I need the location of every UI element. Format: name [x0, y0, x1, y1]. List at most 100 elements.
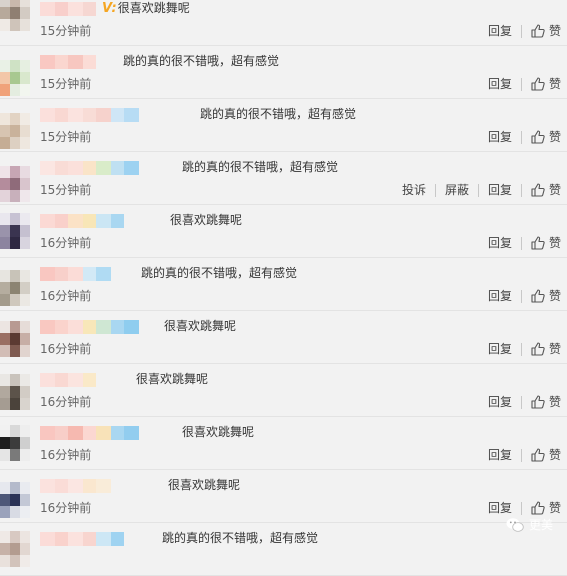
action-divider [520, 342, 522, 356]
action-divider [520, 236, 522, 250]
username-blurred[interactable] [40, 161, 139, 175]
comment-body: 跳的真的很不错哦，超有感觉 [123, 54, 280, 68]
like-label: 赞 [548, 24, 561, 38]
avatar[interactable] [0, 531, 30, 567]
like-button[interactable]: 赞 [531, 395, 561, 409]
username-blurred[interactable] [40, 532, 124, 546]
avatar[interactable] [0, 425, 30, 461]
thumbs-up-icon [531, 395, 545, 409]
reply-button[interactable]: 回复 [488, 236, 512, 250]
comment-text: 很喜欢跳舞呢 [136, 372, 208, 386]
reply-button[interactable]: 回复 [488, 130, 512, 144]
like-label: 赞 [548, 501, 561, 515]
action-divider [520, 77, 522, 91]
like-button[interactable]: 赞 [531, 236, 561, 250]
timestamp: 16分钟前 [40, 501, 92, 515]
comment-actions: 投诉 屏蔽 回复 赞 [402, 182, 561, 198]
timestamp: 15分钟前 [40, 77, 92, 91]
like-label: 赞 [548, 448, 561, 462]
reply-button[interactable]: 回复 [488, 289, 512, 303]
comment-row: V:很喜欢跳舞呢 15分钟前 回复 赞 [0, 0, 567, 46]
comment-text: 跳的真的很不错哦，超有感觉 [182, 160, 338, 174]
avatar[interactable] [0, 166, 30, 202]
avatar[interactable] [0, 321, 30, 357]
block-button[interactable]: 屏蔽 [445, 183, 469, 197]
reply-button[interactable]: 回复 [488, 183, 512, 197]
comment-text: 跳的真的很不错哦，超有感觉 [162, 531, 318, 545]
comment-row: 很喜欢跳舞呢 16分钟前 回复 赞 [0, 470, 567, 523]
timestamp: 16分钟前 [40, 395, 92, 409]
username-blurred[interactable] [40, 267, 111, 281]
comment-actions: 回复 赞 [488, 76, 561, 92]
comment-body: 很喜欢跳舞呢 [168, 478, 241, 492]
comment-actions: 回复 赞 [488, 394, 561, 410]
like-button[interactable]: 赞 [531, 183, 561, 197]
comment-actions: 回复 赞 [488, 23, 561, 39]
thumbs-up-icon [531, 24, 545, 38]
report-button[interactable]: 投诉 [402, 183, 426, 197]
timestamp: 15分钟前 [40, 183, 92, 197]
comment-actions: 回复 赞 [488, 341, 561, 357]
like-button[interactable]: 赞 [531, 342, 561, 356]
avatar[interactable] [0, 113, 30, 149]
username-blurred[interactable] [40, 320, 139, 334]
reply-button[interactable]: 回复 [488, 77, 512, 91]
username-blurred[interactable] [40, 373, 96, 387]
like-label: 赞 [548, 130, 561, 144]
like-button[interactable]: 赞 [531, 448, 561, 462]
comment-body: 跳的真的很不错哦，超有感觉 [162, 531, 319, 545]
action-divider [520, 24, 522, 38]
comment-row: 很喜欢跳舞呢 16分钟前 回复 赞 [0, 311, 567, 364]
like-button[interactable]: 赞 [531, 289, 561, 303]
comment-actions: 回复 赞 [488, 235, 561, 251]
username-blurred[interactable] [40, 108, 139, 122]
like-button[interactable]: 赞 [531, 130, 561, 144]
username-blurred[interactable] [40, 2, 96, 16]
action-divider [477, 183, 479, 197]
timestamp: 15分钟前 [40, 130, 92, 144]
like-label: 赞 [548, 77, 561, 91]
username-blurred[interactable] [40, 426, 139, 440]
reply-button[interactable]: 回复 [488, 395, 512, 409]
comment-text: 很喜欢跳舞呢 [170, 213, 242, 227]
username-blurred[interactable] [40, 214, 124, 228]
like-label: 赞 [548, 289, 561, 303]
verified-badge: V: [102, 1, 117, 16]
comment-body: 很喜欢跳舞呢 [117, 1, 190, 15]
like-button[interactable]: 赞 [531, 24, 561, 38]
comment-text: 很喜欢跳舞呢 [164, 319, 236, 333]
like-label: 赞 [548, 342, 561, 356]
watermark-label: 更美 [528, 518, 553, 532]
action-divider [520, 501, 522, 515]
avatar[interactable] [0, 0, 30, 31]
reply-button[interactable]: 回复 [488, 342, 512, 356]
like-button[interactable]: 赞 [531, 501, 561, 515]
like-button[interactable]: 赞 [531, 77, 561, 91]
username-blurred[interactable] [40, 55, 96, 69]
avatar[interactable] [0, 374, 30, 410]
comment-body: 跳的真的很不错哦，超有感觉 [141, 266, 298, 280]
comment-text: 很喜欢跳舞呢 [168, 478, 240, 492]
action-divider [520, 395, 522, 409]
like-label: 赞 [548, 236, 561, 250]
avatar[interactable] [0, 270, 30, 306]
timestamp: 16分钟前 [40, 236, 92, 250]
avatar[interactable] [0, 213, 30, 249]
comment-row: 跳的真的很不错哦，超有感觉 15分钟前 回复 赞 [0, 99, 567, 152]
reply-button[interactable]: 回复 [488, 24, 512, 38]
username-blurred[interactable] [40, 479, 111, 493]
comment-row: 很喜欢跳舞呢 16分钟前 回复 赞 [0, 364, 567, 417]
comment-body: 很喜欢跳舞呢 [182, 425, 255, 439]
reply-button[interactable]: 回复 [488, 501, 512, 515]
like-label: 赞 [548, 395, 561, 409]
thumbs-up-icon [531, 236, 545, 250]
avatar[interactable] [0, 60, 30, 96]
action-divider [434, 183, 436, 197]
comment-actions: 回复 赞 [488, 129, 561, 145]
timestamp: 16分钟前 [40, 342, 92, 356]
reply-button[interactable]: 回复 [488, 448, 512, 462]
comment-row: 跳的真的很不错哦，超有感觉 [0, 523, 567, 576]
avatar[interactable] [0, 482, 30, 518]
thumbs-up-icon [531, 183, 545, 197]
action-divider [520, 183, 522, 197]
